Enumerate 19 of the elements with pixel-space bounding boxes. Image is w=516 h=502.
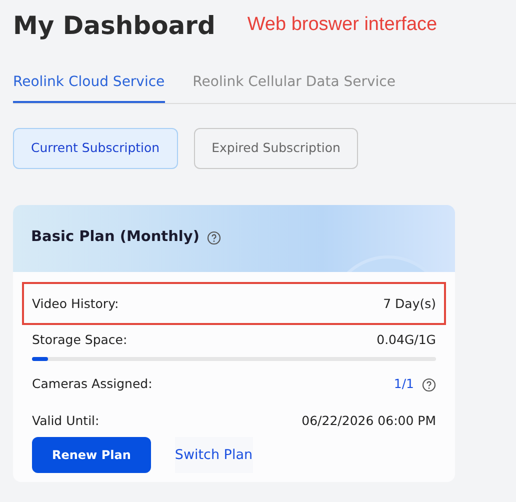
tab[interactable]: Reolink Cellular Data Service [192,72,396,103]
row-value: 7 Day(s) [383,294,436,313]
row-label: Storage Space: [32,330,128,349]
row-value: 0.04G/1G [376,330,436,348]
renew-button[interactable]: Renew Plan [32,436,151,473]
help-icon[interactable] [207,231,222,246]
filter-button[interactable]: Expired Subscription [194,128,358,169]
value-link[interactable]: 1/1 [394,375,414,394]
tab[interactable]: Reolink Cloud Service [13,72,165,103]
row-label: Valid Until: [32,412,100,430]
plan-title: Basic Plan (Monthly) [31,228,200,248]
page-title: My Dashboard [13,12,216,38]
switch-link[interactable]: Switch Plan [174,436,253,473]
annotation-label: Web broswer interface [247,12,438,37]
row-label: Cameras Assigned: [32,375,152,394]
help-icon[interactable] [422,378,436,392]
filter-button[interactable]: Current Subscription [13,128,178,169]
row-value: 06/22/2026 06:00 PM [302,412,436,430]
row-label: Video History: [32,294,119,313]
